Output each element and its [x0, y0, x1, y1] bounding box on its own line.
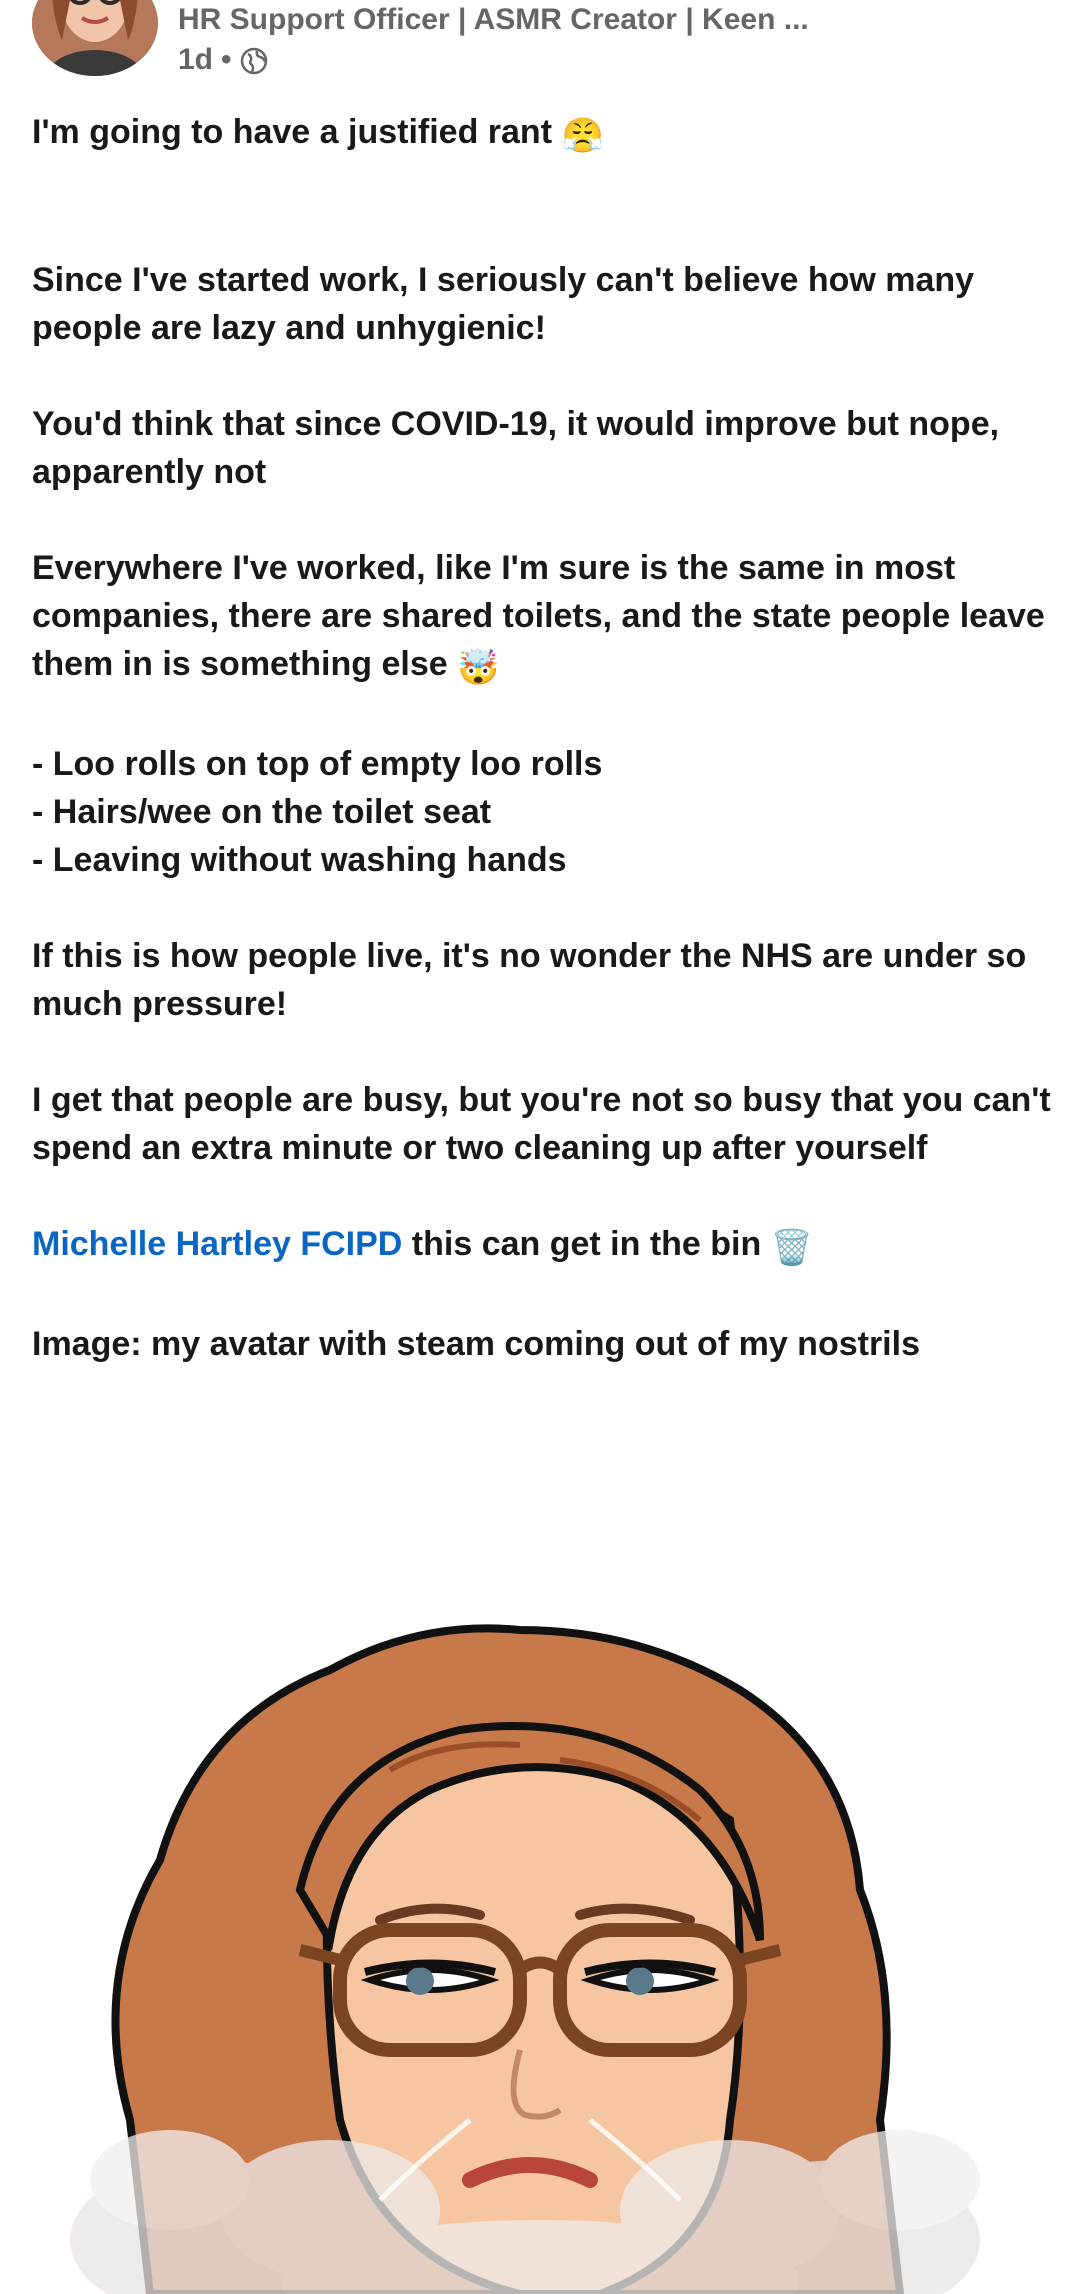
- post-paragraph-3: Everywhere I've worked, like I'm sure is…: [32, 544, 1052, 692]
- author-avatar[interactable]: [32, 0, 158, 76]
- post-line-1: I'm going to have a justified rant 😤: [32, 108, 1052, 160]
- exploding-head-emoji: 🤯: [457, 649, 500, 687]
- post-body: I'm going to have a justified rant 😤 Sin…: [32, 108, 1052, 1368]
- post-time-row: 1d •: [178, 40, 1048, 80]
- post-page: HR Support Officer | ASMR Creator | Keen…: [0, 0, 1080, 2294]
- post-intro-text: I'm going to have a justified rant: [32, 113, 553, 151]
- author-meta: HR Support Officer | ASMR Creator | Keen…: [178, 0, 1048, 80]
- steam-face-emoji: 😤: [561, 117, 604, 155]
- author-headline[interactable]: HR Support Officer | ASMR Creator | Keen…: [178, 0, 1048, 40]
- post-paragraph-3-text: Everywhere I've worked, like I'm sure is…: [32, 549, 1045, 683]
- author-avatar-image: [32, 0, 158, 76]
- wastebasket-emoji: 🗑️: [770, 1229, 814, 1267]
- bullet-item: - Hairs/wee on the toilet seat: [32, 793, 492, 831]
- bullet-item: - Loo rolls on top of empty loo rolls: [32, 745, 603, 783]
- post-time: 1d: [178, 43, 214, 76]
- separator-dot: •: [221, 43, 232, 76]
- mention-link[interactable]: Michelle Hartley FCIPD: [32, 1225, 402, 1263]
- post-paragraph-1: Since I've started work, I seriously can…: [32, 261, 975, 347]
- bullet-item: - Leaving without washing hands: [32, 841, 567, 879]
- post-mention-line: Michelle Hartley FCIPD this can get in t…: [32, 1220, 1052, 1272]
- post-paragraph-2: You'd think that since COVID-19, it woul…: [32, 405, 1000, 491]
- post-image[interactable]: [0, 1560, 1080, 2294]
- post-paragraph-5: I get that people are busy, but you're n…: [32, 1081, 1051, 1167]
- image-caption: Image: my avatar with steam coming out o…: [32, 1325, 920, 1363]
- post-paragraph-4: If this is how people live, it's no wond…: [32, 937, 1027, 1023]
- bitmoji-avatar-illustration: [70, 1624, 980, 2294]
- post-header: HR Support Officer | ASMR Creator | Keen…: [32, 0, 1048, 80]
- globe-icon: [240, 46, 268, 75]
- mention-suffix-text: this can get in the bin: [411, 1225, 762, 1263]
